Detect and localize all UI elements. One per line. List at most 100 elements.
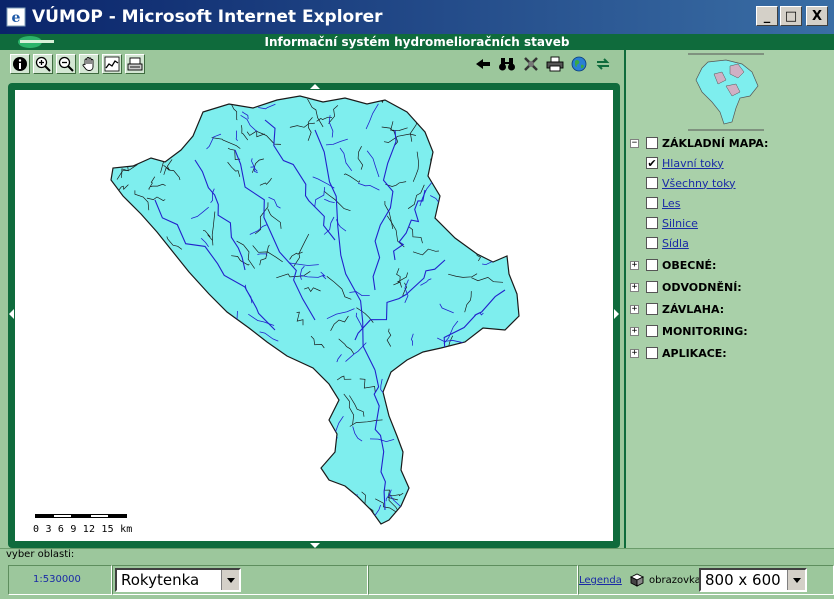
layer-link-hlavni-toky[interactable]: Hlavní toky <box>662 157 724 170</box>
subcatchment-line <box>157 348 169 356</box>
tributary-line <box>157 120 183 125</box>
maximize-button[interactable]: □ <box>780 6 802 26</box>
tributary-line <box>119 325 130 346</box>
layer-group-monitoring: + MONITORING: <box>630 322 748 340</box>
subcatchment-line <box>255 400 262 424</box>
zoom-out-tool-button[interactable] <box>56 54 76 74</box>
layer-link-vsechny-toky[interactable]: Všechny toky <box>662 177 736 190</box>
legend-link[interactable]: Legenda <box>579 575 622 586</box>
pan-north-arrow[interactable] <box>310 84 320 89</box>
subcatchment-line <box>201 341 229 366</box>
subcatchment-line <box>156 96 163 102</box>
tributary-line <box>355 509 364 524</box>
layer-group-obecne: + OBECNÉ: <box>630 256 716 274</box>
layer-checkbox-aplikace[interactable] <box>646 347 658 359</box>
subcatchment-line <box>439 410 466 418</box>
overview-map[interactable] <box>686 52 766 132</box>
expand-toggle[interactable]: + <box>630 282 639 292</box>
book-icon <box>629 573 645 587</box>
screen-size-select[interactable]: 800 x 600 <box>699 568 807 592</box>
layer-checkbox-hlavni-toky[interactable]: ✔ <box>646 157 658 169</box>
subcatchment-line <box>466 441 478 449</box>
subcatchment-line <box>510 430 519 439</box>
catchment-map <box>110 95 520 525</box>
tributary-line <box>154 291 167 303</box>
tributary-line <box>282 479 296 495</box>
zoom-in-icon <box>35 56 51 72</box>
tributary-line <box>478 214 482 227</box>
layer-group-zavlaha: + ZÁVLAHA: <box>630 300 724 318</box>
pan-east-arrow[interactable] <box>614 309 619 319</box>
layer-link-les[interactable]: Les <box>662 197 680 210</box>
tributary-line <box>454 407 480 425</box>
empty-status-cell <box>368 565 578 595</box>
tributary-line <box>207 321 225 335</box>
close-button[interactable]: X <box>806 6 828 26</box>
print-map-tool-button[interactable] <box>125 54 145 74</box>
layer-group-aplikace: + APLIKACE: <box>630 344 727 362</box>
layer-checkbox-monitoring[interactable] <box>646 325 658 337</box>
map-toolbar <box>8 52 624 76</box>
collapse-toggle[interactable]: − <box>630 138 639 148</box>
map-canvas[interactable]: 0 3 6 9 12 15 km <box>15 90 613 541</box>
chevron-down-icon[interactable] <box>787 570 805 590</box>
subcatchment-line <box>158 397 167 409</box>
layer-link-silnice[interactable]: Silnice <box>662 217 698 230</box>
subcatchment-line <box>488 97 511 112</box>
subcatchment-line <box>440 107 458 127</box>
subcatchment-line <box>148 101 164 129</box>
layer-link-sidla[interactable]: Sídla <box>662 237 689 250</box>
bottom-bar: 1:530000 Rokytenka Legenda obrazovka: 80… <box>0 562 834 599</box>
layer-checkbox-odvodneni[interactable] <box>646 281 658 293</box>
zoom-in-tool-button[interactable] <box>33 54 53 74</box>
back-tool-button[interactable] <box>473 54 493 74</box>
layer-checkbox-zavlaha[interactable] <box>646 303 658 315</box>
printer-icon <box>546 56 564 72</box>
layer-checkbox-zakladni-mapa[interactable] <box>646 137 658 149</box>
refresh-tool-button[interactable] <box>593 54 613 74</box>
pan-west-arrow[interactable] <box>9 309 14 319</box>
subcatchment-line <box>232 400 256 426</box>
tributary-line <box>293 504 303 509</box>
layer-item-silnice: Silnice <box>646 214 698 232</box>
subcatchment-line <box>111 412 131 421</box>
info-tool-button[interactable] <box>10 54 30 74</box>
subcatchment-line <box>298 466 318 483</box>
layer-checkbox-silnice[interactable] <box>646 217 658 229</box>
expand-toggle[interactable]: + <box>630 260 639 270</box>
subcatchment-line <box>401 406 423 426</box>
layer-item-sidla: Sídla <box>646 234 689 252</box>
globe-tool-button[interactable] <box>569 54 589 74</box>
pan-tool-button[interactable] <box>79 54 99 74</box>
layer-checkbox-les[interactable] <box>646 197 658 209</box>
search-tool-button[interactable] <box>497 54 517 74</box>
layer-checkbox-obecne[interactable] <box>646 259 658 271</box>
expand-toggle[interactable]: + <box>630 326 639 336</box>
tributary-line <box>195 402 201 411</box>
tributary-line <box>302 371 312 382</box>
subcatchment-line <box>116 226 143 239</box>
tributary-line <box>479 164 490 172</box>
chevron-down-icon[interactable] <box>221 570 239 590</box>
profile-tool-button[interactable] <box>102 54 122 74</box>
hand-icon <box>82 57 94 71</box>
expand-toggle[interactable]: + <box>630 348 639 358</box>
subcatchment-line <box>167 472 187 491</box>
layer-checkbox-sidla[interactable] <box>646 237 658 249</box>
expand-toggle[interactable]: + <box>630 304 639 314</box>
map-area: 0 3 6 9 12 15 km <box>0 50 624 548</box>
screen-size-value: 800 x 600 <box>705 571 781 589</box>
tributary-line <box>467 505 484 524</box>
subcatchment-line <box>505 189 519 203</box>
zoom-out-icon <box>58 56 74 72</box>
layer-checkbox-vsechny-toky[interactable] <box>646 177 658 189</box>
subcatchment-line <box>190 361 206 376</box>
print-tool-button[interactable] <box>545 54 565 74</box>
subcatchment-line <box>399 513 415 518</box>
subcatchment-line <box>189 96 203 99</box>
area-select[interactable]: Rokytenka <box>115 568 241 592</box>
clear-tool-button[interactable] <box>521 54 541 74</box>
screen-size-label: obrazovka: <box>649 575 705 586</box>
minimize-button[interactable]: _ <box>756 6 778 26</box>
subcatchment-line <box>199 450 210 464</box>
